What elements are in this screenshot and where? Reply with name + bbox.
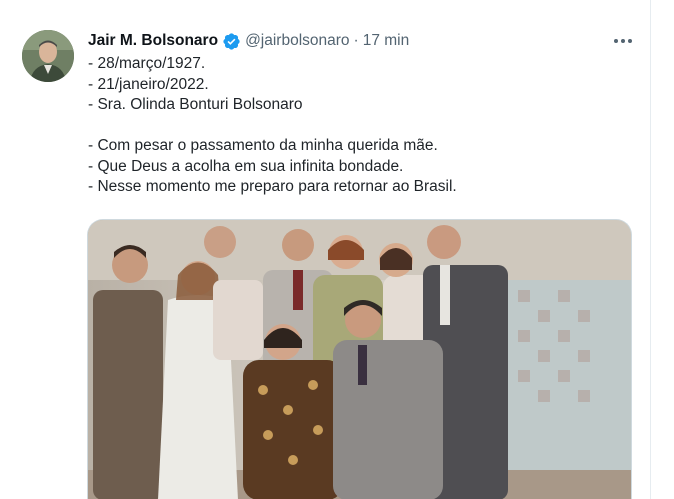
- tweet[interactable]: Jair M. Bolsonaro @jairbolsonaro · 17 mi…: [0, 0, 650, 499]
- tweet-timestamp[interactable]: 17 min: [363, 32, 410, 50]
- tweet-line: - Sra. Olinda Bonturi Bolsonaro: [88, 96, 303, 113]
- more-options-icon[interactable]: [610, 32, 636, 50]
- tweet-header: Jair M. Bolsonaro @jairbolsonaro · 17 mi…: [88, 30, 409, 52]
- family-photo-image: [88, 220, 631, 499]
- separator-dot: ·: [353, 32, 359, 49]
- tweet-line: - Com pesar o passamento da minha querid…: [88, 137, 438, 154]
- tweet-line: - 21/janeiro/2022.: [88, 75, 209, 93]
- column-divider: [650, 0, 651, 499]
- tweet-line: - 28/março/1927.: [88, 55, 206, 72]
- tweet-media-photo[interactable]: [87, 219, 632, 499]
- verified-badge-icon: [223, 32, 240, 50]
- tweet-text: - 28/março/1927. - 21/janeiro/2022. - Sr…: [88, 54, 457, 198]
- tweet-line: - Que Deus a acolha em sua infinita bond…: [88, 157, 404, 175]
- avatar[interactable]: [22, 30, 74, 82]
- tweet-line: - Nesse momento me preparo para retornar…: [88, 178, 457, 195]
- author-handle[interactable]: @jairbolsonaro: [245, 32, 349, 50]
- avatar-image: [22, 30, 74, 82]
- author-display-name[interactable]: Jair M. Bolsonaro: [88, 32, 218, 50]
